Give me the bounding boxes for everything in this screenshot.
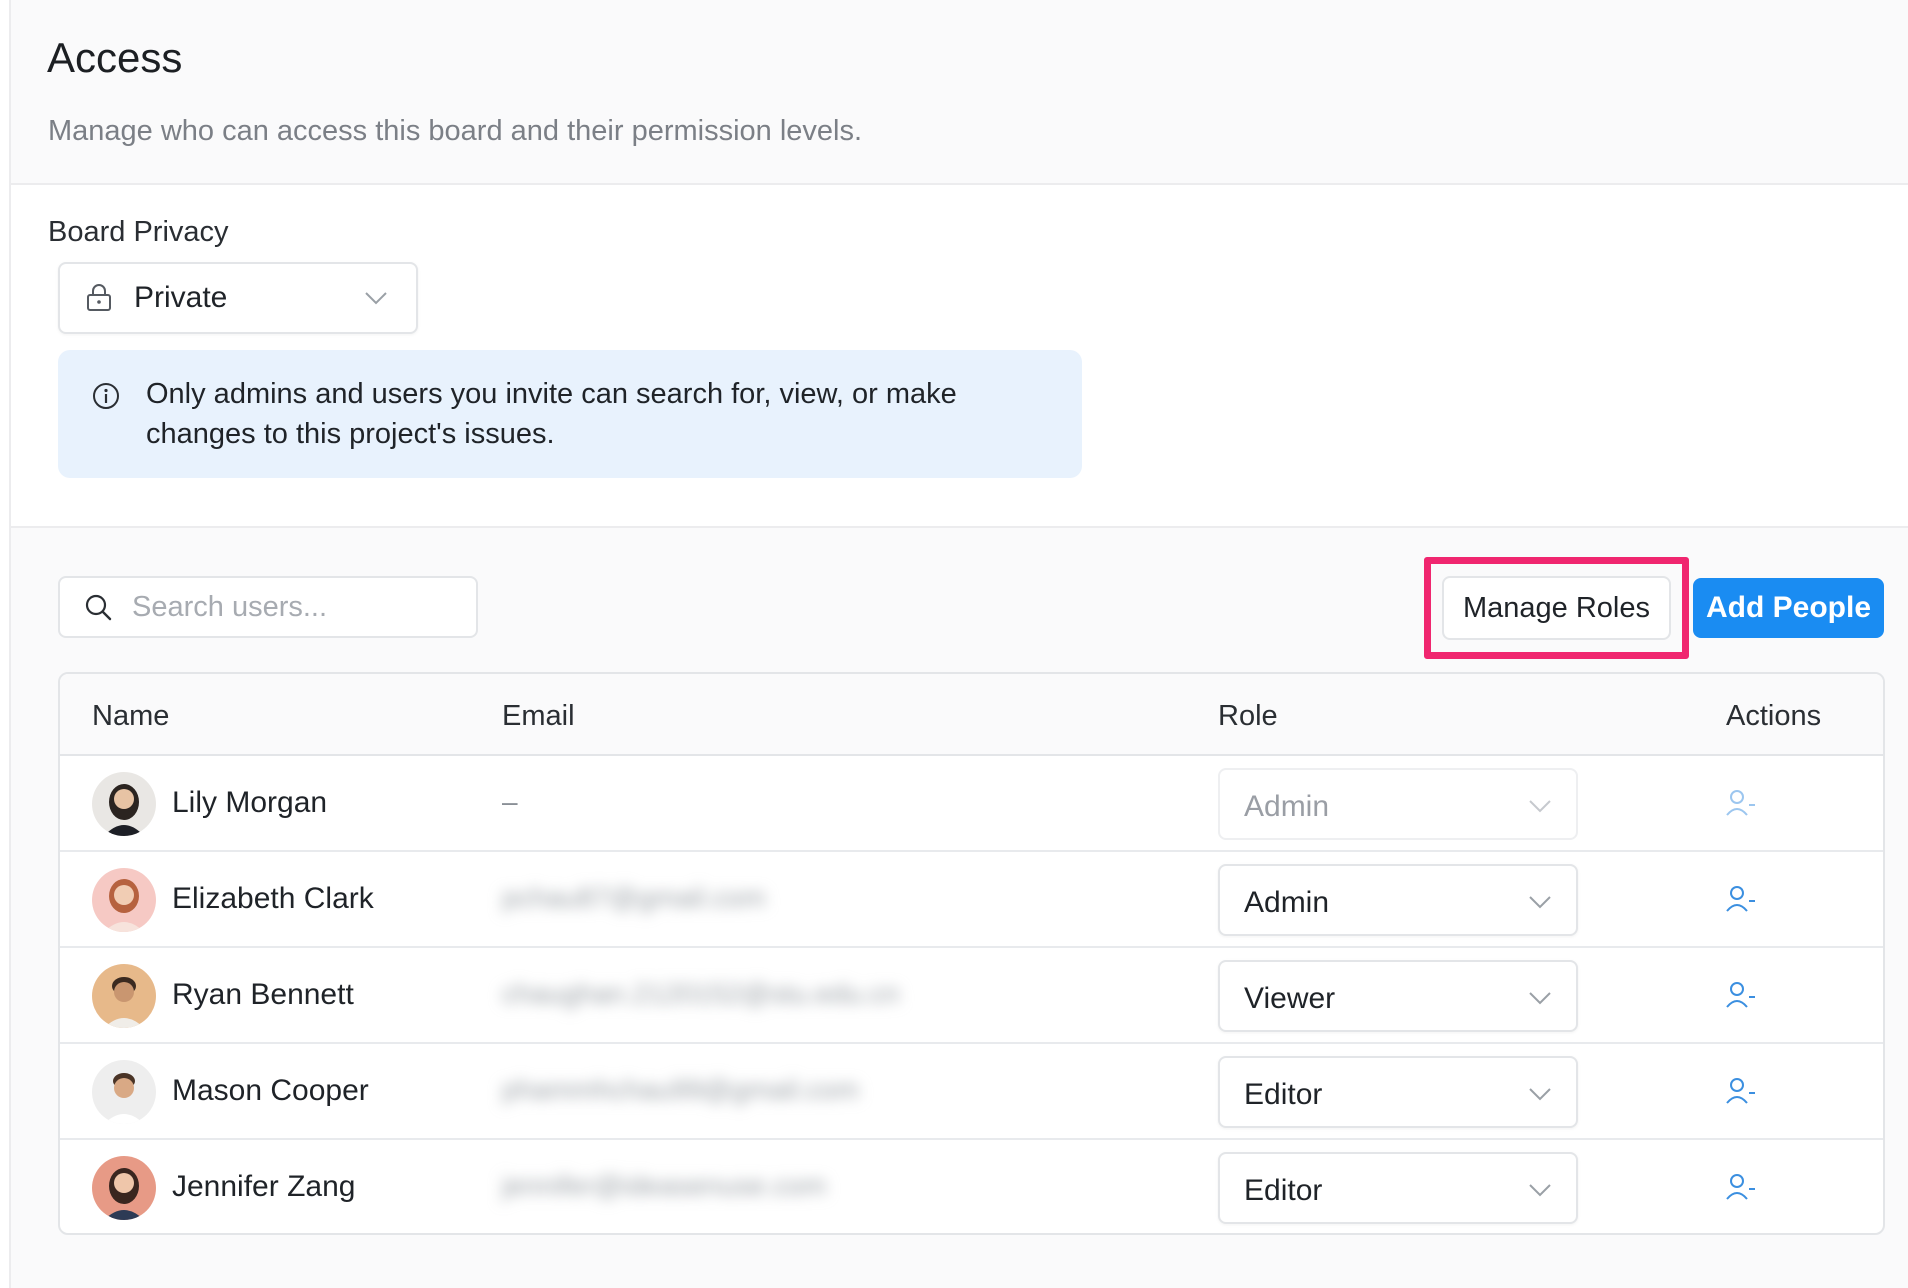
- lock-icon: [87, 284, 111, 311]
- table-row: Lily Morgan – Admin: [60, 756, 1883, 852]
- role-value: Admin: [1244, 886, 1330, 919]
- user-name: Lily Morgan: [172, 786, 328, 819]
- role-value: Editor: [1244, 1174, 1323, 1207]
- search-users-field[interactable]: [58, 576, 478, 638]
- privacy-info-callout: Only admins and users you invite can sea…: [58, 350, 1082, 478]
- user-email: jennifer@ideasenuse.com: [502, 1170, 827, 1201]
- table-row: Elizabeth Clark pchau87@gmail.com Admin: [60, 852, 1883, 948]
- remove-user-icon[interactable]: [1725, 788, 1757, 818]
- chevron-down-icon: [1529, 896, 1551, 909]
- table-row: Mason Cooper phammhchau99@gmail.com Edit…: [60, 1044, 1883, 1140]
- user-email: chaughan.2120152@stu.edu.cn: [502, 978, 900, 1009]
- role-select[interactable]: Editor: [1218, 1056, 1578, 1128]
- role-select[interactable]: Editor: [1218, 1152, 1578, 1224]
- remove-user-icon[interactable]: [1725, 980, 1757, 1010]
- search-users-input[interactable]: [132, 590, 452, 624]
- column-header-email: Email: [502, 700, 575, 732]
- page-subtitle: Manage who can access this board and the…: [48, 115, 863, 147]
- privacy-value: Private: [134, 281, 228, 314]
- user-email: phammhchau99@gmail.com: [502, 1074, 859, 1105]
- user-email: pchau87@gmail.com: [502, 882, 766, 913]
- avatar: [92, 868, 156, 932]
- remove-user-icon[interactable]: [1725, 884, 1757, 914]
- column-header-role: Role: [1218, 700, 1278, 732]
- chevron-down-icon: [1529, 1088, 1551, 1101]
- user-name: Elizabeth Clark: [172, 882, 374, 915]
- privacy-info-text: Only admins and users you invite can sea…: [146, 378, 957, 450]
- board-privacy-label: Board Privacy: [48, 216, 229, 248]
- search-icon: [85, 594, 112, 621]
- users-table: Name Email Role Actions Lily Morgan – Ad…: [58, 672, 1885, 1235]
- table-header: Name Email Role Actions: [60, 674, 1883, 756]
- role-select[interactable]: Viewer: [1218, 960, 1578, 1032]
- role-select[interactable]: Admin: [1218, 864, 1578, 936]
- avatar: [92, 1060, 156, 1124]
- chevron-down-icon: [365, 292, 387, 305]
- avatar: [92, 772, 156, 836]
- info-icon: [93, 383, 119, 409]
- role-value: Viewer: [1244, 982, 1336, 1015]
- remove-user-icon[interactable]: [1725, 1172, 1757, 1202]
- role-select: Admin: [1218, 768, 1578, 840]
- avatar: [92, 964, 156, 1028]
- board-privacy-select[interactable]: Private: [58, 262, 418, 334]
- page-title: Access: [47, 34, 183, 81]
- user-name: Ryan Bennett: [172, 978, 354, 1011]
- role-value: Admin: [1244, 790, 1330, 823]
- chevron-down-icon: [1529, 992, 1551, 1005]
- role-value: Editor: [1244, 1078, 1323, 1111]
- user-email: –: [502, 786, 518, 817]
- user-name: Mason Cooper: [172, 1074, 369, 1107]
- chevron-down-icon: [1529, 1184, 1551, 1197]
- manage-roles-button[interactable]: Manage Roles: [1442, 576, 1671, 640]
- table-row: Ryan Bennett chaughan.2120152@stu.edu.cn…: [60, 948, 1883, 1044]
- column-header-actions: Actions: [1726, 700, 1822, 732]
- column-header-name: Name: [92, 700, 170, 732]
- avatar: [92, 1156, 156, 1220]
- user-name: Jennifer Zang: [172, 1170, 356, 1203]
- add-people-button[interactable]: Add People: [1693, 578, 1884, 638]
- header-section: [11, 0, 1908, 185]
- remove-user-icon[interactable]: [1725, 1076, 1757, 1106]
- chevron-down-icon: [1529, 800, 1551, 813]
- table-row: Jennifer Zang jennifer@ideasenuse.com Ed…: [60, 1140, 1883, 1233]
